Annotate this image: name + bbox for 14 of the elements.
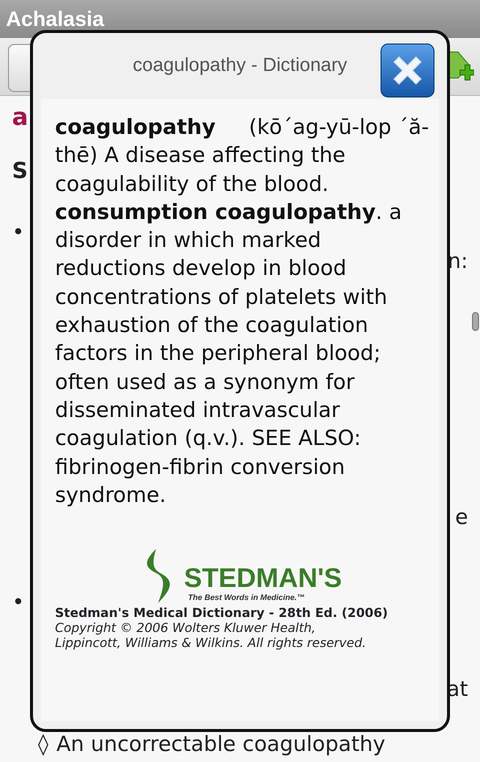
definition-text: coagulopathy (kō´ag-yū-lop ´ă-thē) A disease affecting the coagulability of the blood. consumption coagulopathy. a disorder in which marked reductions develop in blood concentrations of platelets with exhaustion of the coagulation factors in the peripheral blood; often used as a synonym for disseminated intravascular coagulation (q.v.). SEE ALSO: fibrinogen-fibrin conversion syndrome. <box>55 114 429 509</box>
bullet-marker: • <box>12 219 24 246</box>
source-text: Stedman's Medical Dictionary - 28th Ed. (2006) <box>55 605 388 620</box>
dialog-title: coagulopathy - Dictionary <box>132 54 348 78</box>
logo: STEDMAN'S The Best Words in Medicine.™ <box>142 547 342 606</box>
scrollbar-thumb <box>472 312 479 331</box>
copyright-text: Copyright © 2006 Wolters Kluwer Health, Lippincott, Williams & Wilkins. All rights reserved. <box>55 620 368 650</box>
text-fragment: e <box>455 504 468 531</box>
diamond-marker: ◊ <box>38 731 48 758</box>
heading-text: a <box>12 103 28 131</box>
section-heading: S <box>12 159 28 184</box>
close-button[interactable] <box>380 43 435 98</box>
list-text: An uncorrectable coagulopathy <box>56 731 386 758</box>
bullet-marker: • <box>12 589 24 616</box>
